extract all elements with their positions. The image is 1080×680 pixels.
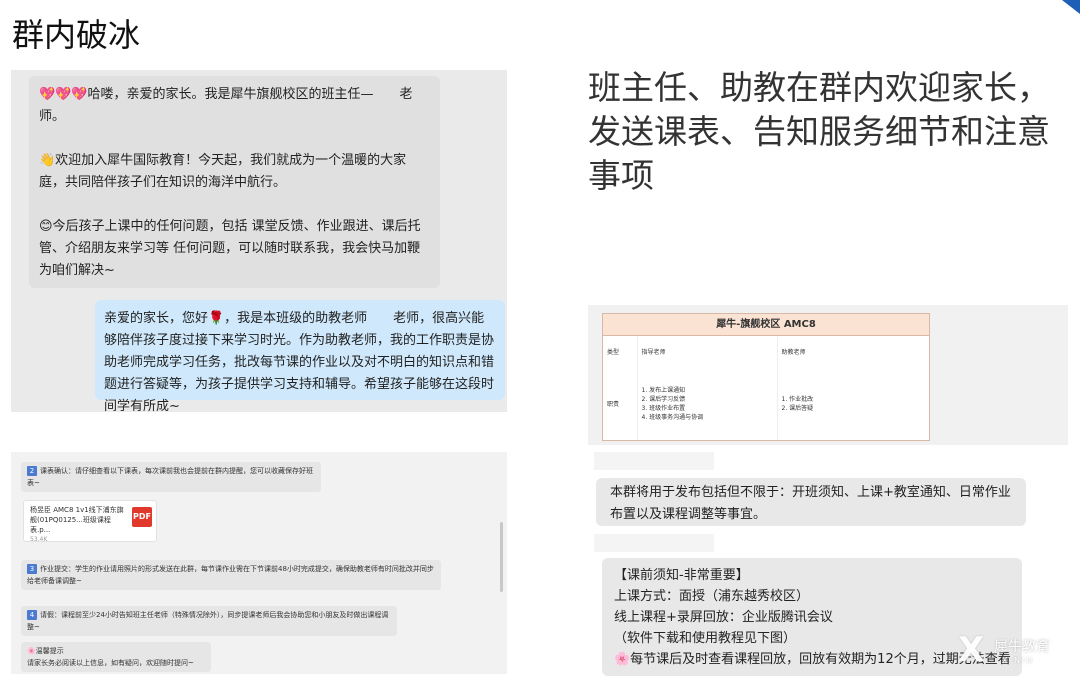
assistant-duties: 1. 作业批改 2. 课后答疑 [777, 366, 929, 440]
teacher-message-p3: 😊今后孩子上课中的任何问题，包括 课堂反馈、作业跟进、课后托管、介绍朋友来学习等… [39, 219, 421, 278]
reminder-body: 请家长务必阅读以上信息，如有疑问，欢迎随时提问~ [27, 659, 194, 667]
teacher-message-p1: 💖💖💖哈喽，亲爱的家长。我是犀牛旗舰校区的班主任— 老师。 [39, 87, 413, 124]
duty-table: 类型 指导老师 助教老师 职责 1. 发布上课通知 2. 课后学习反馈 3. 班… [603, 336, 929, 440]
chat-panel-welcome: 💖💖💖哈喽，亲爱的家长。我是犀牛旗舰校区的班主任— 老师。 👋欢迎加入犀牛国际教… [11, 70, 507, 414]
notice-line: （软件下载和使用教程见下图） [614, 631, 797, 646]
homework-message[interactable]: 3 作业提交：学生的作业请用照片的形式发送在此群，每节课作业需在下节课前48小时完… [21, 560, 441, 590]
notice-line: 上课方式：面授（浦东越秀校区） [614, 589, 810, 604]
group-purpose-message[interactable]: 本群将用于发布包括但不限于：开班须知、上课+教室通知、日常作业布置以及课程调整等… [596, 478, 1026, 526]
reminder-title: 🌸温馨提示 [27, 647, 64, 655]
headline: 班主任、助教在群内欢迎家长，发送课表、告知服务细节和注意事项 [588, 68, 1050, 195]
header-teacher: 指导老师 [637, 336, 778, 366]
leave-message[interactable]: 4 请假：课程前至少24小时告知班主任老师（特殊情况除外），同步提课老师后我会协助… [21, 606, 397, 636]
table-header-row: 类型 指导老师 助教老师 [603, 336, 929, 366]
assistant-message-bubble[interactable]: 亲爱的家长，您好🌹，我是本班级的助教老师 老师，很高兴能够陪伴孩子度过接下来学习… [95, 300, 505, 414]
watermark-logo: X 犀牛教育 X-NIU [958, 630, 1070, 674]
file-name: 杨昱臣 AMC8 1v1线下浦东旗舰(01PQ0125...班级课程表.p... [30, 506, 124, 534]
watermark-sub: X-NIU [1002, 656, 1035, 665]
homework-text: 作业提交：学生的作业请用照片的形式发送在此群，每节课作业需在下节课前48小时完成… [27, 565, 434, 585]
teacher-duty: 2. 课后学习反馈 [641, 396, 686, 403]
duty-sheet[interactable]: 犀牛-旗舰校区 AMC8 类型 指导老师 助教老师 职责 1. 发布上课通知 2… [602, 313, 930, 441]
teacher-message-p2: 👋欢迎加入犀牛国际教育！今天起，我们就成为一个温暖的大家庭，共同陪伴孩子们在知识… [39, 153, 407, 190]
assistant-duty: 1. 作业批改 [781, 396, 814, 403]
table-row: 职责 1. 发布上课通知 2. 课后学习反馈 3. 班级作业布置 4. 班级事务… [603, 366, 929, 440]
teacher-duty: 3. 班级作业布置 [641, 405, 686, 412]
watermark-text: 犀牛教育 [994, 639, 1050, 655]
teacher-duties: 1. 发布上课通知 2. 课后学习反馈 3. 班级作业布置 4. 班级事务沟通与… [637, 366, 778, 440]
pdf-file-card[interactable]: 杨昱臣 AMC8 1v1线下浦东旗舰(01PQ0125...班级课程表.p...… [23, 500, 157, 543]
header-type: 类型 [603, 336, 638, 366]
teacher-message-bubble[interactable]: 💖💖💖哈喽，亲爱的家长。我是犀牛旗舰校区的班主任— 老师。 👋欢迎加入犀牛国际教… [29, 76, 440, 288]
header-assistant: 助教老师 [781, 348, 806, 356]
file-size: 53.4K [30, 536, 48, 543]
reminder-message[interactable]: 🌸温馨提示 请家长务必阅读以上信息，如有疑问，欢迎随时提问~ [21, 642, 211, 672]
schedule-confirm-message[interactable]: 2 课表确认：请仔细查看以下课表，每次课前我也会提前在群内提醒，您可以收藏保存好班… [21, 462, 321, 492]
number-badge: 3 [27, 564, 37, 574]
pdf-icon: PDF [132, 507, 152, 527]
slide-title: 群内破冰 [12, 16, 141, 54]
teacher-duty: 1. 发布上课通知 [641, 387, 686, 394]
schedule-confirm-text: 课表确认：请仔细查看以下课表，每次课前我也会提前在群内提醒，您可以收藏保存好班表… [27, 467, 313, 487]
assistant-duty: 2. 课后答疑 [781, 405, 814, 412]
chat-panel-schedule: 2 课表确认：请仔细查看以下课表，每次课前我也会提前在群内提醒，您可以收藏保存好班… [11, 452, 507, 674]
blurred-sender [594, 534, 714, 552]
watermark-mark: X [958, 630, 985, 670]
number-badge: 4 [27, 610, 37, 620]
corner-accent [1062, 0, 1080, 14]
teacher-duty: 4. 班级事务沟通与协调 [641, 414, 704, 421]
scrollbar[interactable] [500, 522, 503, 592]
notice-line: 【课前须知-非常重要】 [614, 568, 749, 583]
number-badge: 2 [27, 466, 37, 476]
notice-line: 线上课程+录屏回放：企业版腾讯会议 [614, 610, 833, 625]
sheet-image-area: 犀牛-旗舰校区 AMC8 类型 指导老师 助教老师 职责 1. 发布上课通知 2… [588, 305, 1068, 445]
blurred-sender [594, 452, 714, 470]
leave-text: 请假：课程前至少24小时告知班主任老师（特殊情况除外），同步提课老师后我会协助您… [27, 611, 389, 631]
sheet-title: 犀牛-旗舰校区 AMC8 [603, 314, 929, 336]
row-label: 职责 [603, 366, 638, 440]
notice-line: 🌸每节课后及时查看课程回放，回放有效期为12个月，过期无法查看~ [614, 652, 1010, 667]
